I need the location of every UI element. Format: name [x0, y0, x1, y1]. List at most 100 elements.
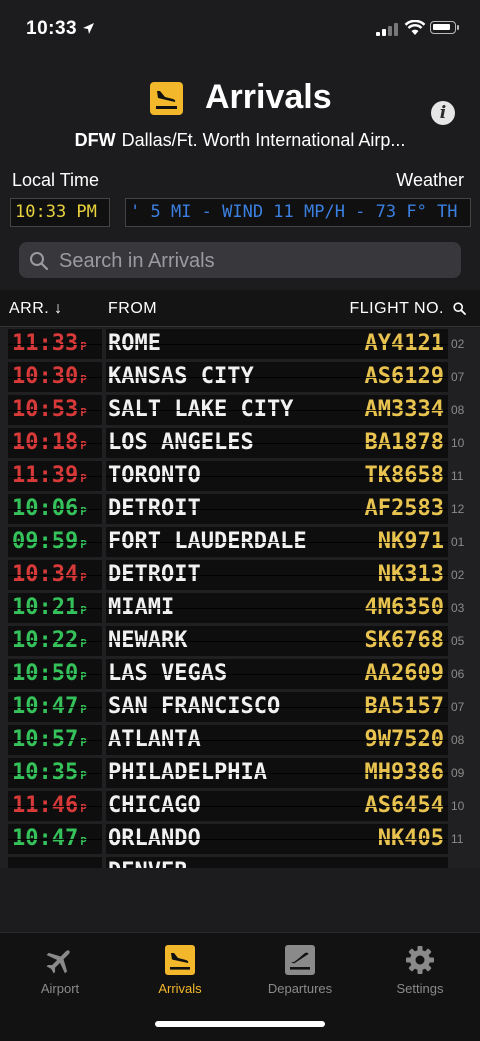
sort-by-arrival-header[interactable]: ARR. ↓: [9, 300, 63, 318]
gate-number: 05: [451, 634, 465, 648]
arrival-time-value: 10:35: [12, 760, 79, 785]
gate-number: 07: [451, 370, 465, 384]
weather-label: Weather: [396, 170, 464, 190]
arrival-time-period: P: [80, 604, 87, 617]
flight-number: AS6454: [360, 791, 448, 821]
arrival-time: 09:59 P: [8, 527, 102, 557]
gate-number: 12: [451, 502, 465, 516]
arrival-time-value: 11:33: [12, 331, 79, 356]
flight-row[interactable]: DENVER: [0, 856, 480, 868]
arrival-time-value: 10:30: [12, 364, 79, 389]
flight-row[interactable]: 10:22 P NEWARK SK6768 05: [0, 625, 480, 657]
wifi-icon: [404, 20, 426, 35]
arrival-time: 10:06 P: [8, 494, 102, 524]
tab-settings[interactable]: Settings: [360, 933, 480, 1013]
arrival-time-period: P: [80, 373, 87, 386]
arrival-time-value: 10:47: [12, 826, 79, 851]
flight-row[interactable]: 10:35 P PHILADELPHIA MH9386 09: [0, 757, 480, 789]
location-arrow-icon: [83, 23, 94, 34]
cellular-signal-icon: [376, 22, 400, 36]
tab-departures[interactable]: Departures: [240, 933, 360, 1013]
gate-number: 02: [451, 337, 465, 351]
arrival-time-period: P: [80, 472, 87, 485]
search-icon: [30, 252, 49, 271]
arrival-time-period: P: [80, 802, 87, 815]
battery-icon: [430, 21, 459, 34]
flight-row[interactable]: 10:06 P DETROIT AF2583 12: [0, 493, 480, 525]
flight-row[interactable]: 10:57 P ATLANTA 9W7520 08: [0, 724, 480, 756]
arrival-time: 10:50 P: [8, 659, 102, 689]
arrival-time-period: P: [80, 340, 87, 353]
gate-number: 02: [451, 568, 465, 582]
arrival-time-period: P: [80, 637, 87, 650]
tab-departures-label: Departures: [267, 981, 333, 996]
local-time-label: Local Time: [12, 170, 100, 190]
flight-row[interactable]: 09:59 P FORT LAUDERDALE NK971 01: [0, 526, 480, 558]
flight-number: 4M6350: [360, 593, 448, 623]
arrival-time: 10:30 P: [8, 362, 102, 392]
gate-number: 03: [451, 601, 465, 615]
arrival-time-value: 10:34: [12, 562, 79, 587]
search-bar[interactable]: [19, 242, 461, 280]
arrival-time-period: P: [80, 769, 87, 782]
arrival-time-value: 10:18: [12, 430, 79, 455]
flight-number: NK405: [360, 824, 448, 854]
flight-number: 9W7520: [360, 725, 448, 755]
flight-row[interactable]: 10:47 P ORLANDO NK405 11: [0, 823, 480, 855]
arrival-time: 11:46 P: [8, 791, 102, 821]
gate-number: 07: [451, 700, 465, 714]
flight-number: AF2583: [360, 494, 448, 524]
arrival-time-value: 10:22: [12, 628, 79, 653]
gate-number: 01: [451, 535, 465, 549]
tab-arrivals[interactable]: Arrivals: [120, 933, 240, 1013]
arrivals-board: 11:33 P ROME AY4121 02 10:30 P KANSAS CITY AS612…: [0, 328, 480, 868]
departures-icon: [285, 945, 315, 975]
arrival-time: 11:33 P: [8, 329, 102, 359]
flight-row[interactable]: 10:18 P LOS ANGELES BA1878 10: [0, 427, 480, 459]
flight-number: TK8658: [360, 461, 448, 491]
arrival-time-value: 09:59: [12, 529, 79, 554]
gate-number: 11: [451, 469, 464, 483]
flight-number-column-header: FLIGHT NO.: [349, 300, 444, 317]
flight-row[interactable]: 10:34 P DETROIT NK313 02: [0, 559, 480, 591]
flight-row[interactable]: 11:39 P TORONTO TK8658 11: [0, 460, 480, 492]
arrival-time-value: 10:47: [12, 694, 79, 719]
flight-row[interactable]: 10:47 P SAN FRANCISCO BA5157 07: [0, 691, 480, 723]
gate-number: 06: [451, 667, 465, 681]
airport-name: DFW Dallas/Ft. Worth International Airp..…: [0, 130, 480, 151]
arrival-time-period: P: [80, 670, 87, 683]
info-button[interactable]: i: [431, 101, 455, 125]
weather-ticker: ' 5 MI - WIND 11 MP/H - 73 F° TH: [125, 198, 471, 227]
search-input[interactable]: [57, 242, 451, 280]
flight-row[interactable]: 10:53 P SALT LAKE CITY AM3334 08: [0, 394, 480, 426]
flight-row[interactable]: 10:50 P LAS VEGAS AA2609 06: [0, 658, 480, 690]
flight-number: BA1878: [360, 428, 448, 458]
flight-search-icon[interactable]: [453, 302, 466, 315]
flight-number: NK313: [360, 560, 448, 590]
flight-number: AS6129: [360, 362, 448, 392]
gate-number: 08: [451, 733, 465, 747]
arrival-time: 10:57 P: [8, 725, 102, 755]
airplane-icon: [46, 950, 70, 974]
table-header: ARR. ↓ FROM FLIGHT NO.: [0, 290, 480, 327]
gate-number: 11: [451, 832, 464, 846]
tab-settings-label: Settings: [396, 981, 444, 996]
airport-full-name: Dallas/Ft. Worth International Airp...: [121, 130, 406, 150]
flight-row[interactable]: 11:33 P ROME AY4121 02: [0, 328, 480, 360]
home-indicator: [155, 1021, 325, 1027]
arrival-time-period: P: [80, 406, 87, 419]
flight-number: AA2609: [360, 659, 448, 689]
status-bar: 10:33: [0, 0, 480, 60]
flight-row[interactable]: 10:30 P KANSAS CITY AS6129 07: [0, 361, 480, 393]
local-time-display: 10:33 PM: [10, 198, 110, 227]
arrival-time-value: 11:46: [12, 793, 79, 818]
arrival-time: 11:39 P: [8, 461, 102, 491]
arrival-time-period: P: [80, 835, 87, 848]
gate-number: 08: [451, 403, 465, 417]
page-title: Arrivals: [205, 78, 332, 116]
flight-row[interactable]: 11:46 P CHICAGO AS6454 10: [0, 790, 480, 822]
arrival-time-period: P: [80, 736, 87, 749]
flight-row[interactable]: 10:21 P MIAMI 4M6350 03: [0, 592, 480, 624]
tab-airport[interactable]: Airport: [0, 933, 120, 1013]
arrival-time-period: P: [80, 703, 87, 716]
